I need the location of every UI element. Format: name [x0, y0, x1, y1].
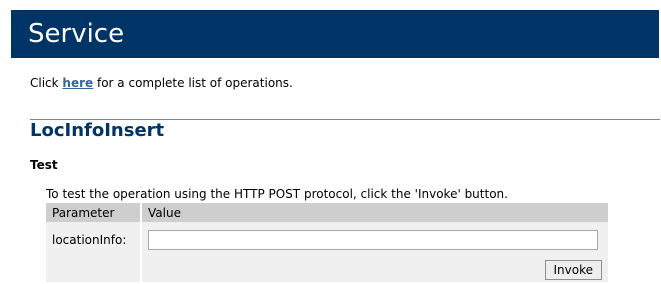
location-info-input[interactable]: [148, 230, 598, 250]
service-page: Service Click here for a complete list o…: [0, 0, 661, 284]
page-title: Service: [28, 19, 125, 49]
parameter-value-cell: [141, 222, 608, 258]
test-heading: Test: [30, 158, 58, 172]
column-header-parameter: Parameter: [46, 203, 142, 222]
service-banner: Service: [11, 10, 659, 58]
operations-list-link[interactable]: here: [62, 76, 93, 90]
parameter-table: Parameter Value locationInfo: Invoke: [46, 203, 608, 282]
test-description: To test the operation using the HTTP POS…: [46, 187, 508, 201]
operation-title: LocInfoInsert: [30, 120, 165, 141]
button-row: Invoke: [46, 258, 608, 282]
operations-intro: Click here for a complete list of operat…: [30, 75, 293, 91]
invoke-cell: Invoke: [141, 258, 608, 282]
parameter-name: locationInfo:: [46, 222, 142, 258]
column-header-value: Value: [141, 203, 608, 222]
empty-cell: [46, 258, 142, 282]
invoke-button[interactable]: Invoke: [544, 260, 602, 280]
intro-suffix: for a complete list of operations.: [93, 76, 293, 90]
table-row: locationInfo:: [46, 222, 608, 258]
table-header-row: Parameter Value: [46, 203, 608, 222]
intro-prefix: Click: [30, 76, 63, 90]
